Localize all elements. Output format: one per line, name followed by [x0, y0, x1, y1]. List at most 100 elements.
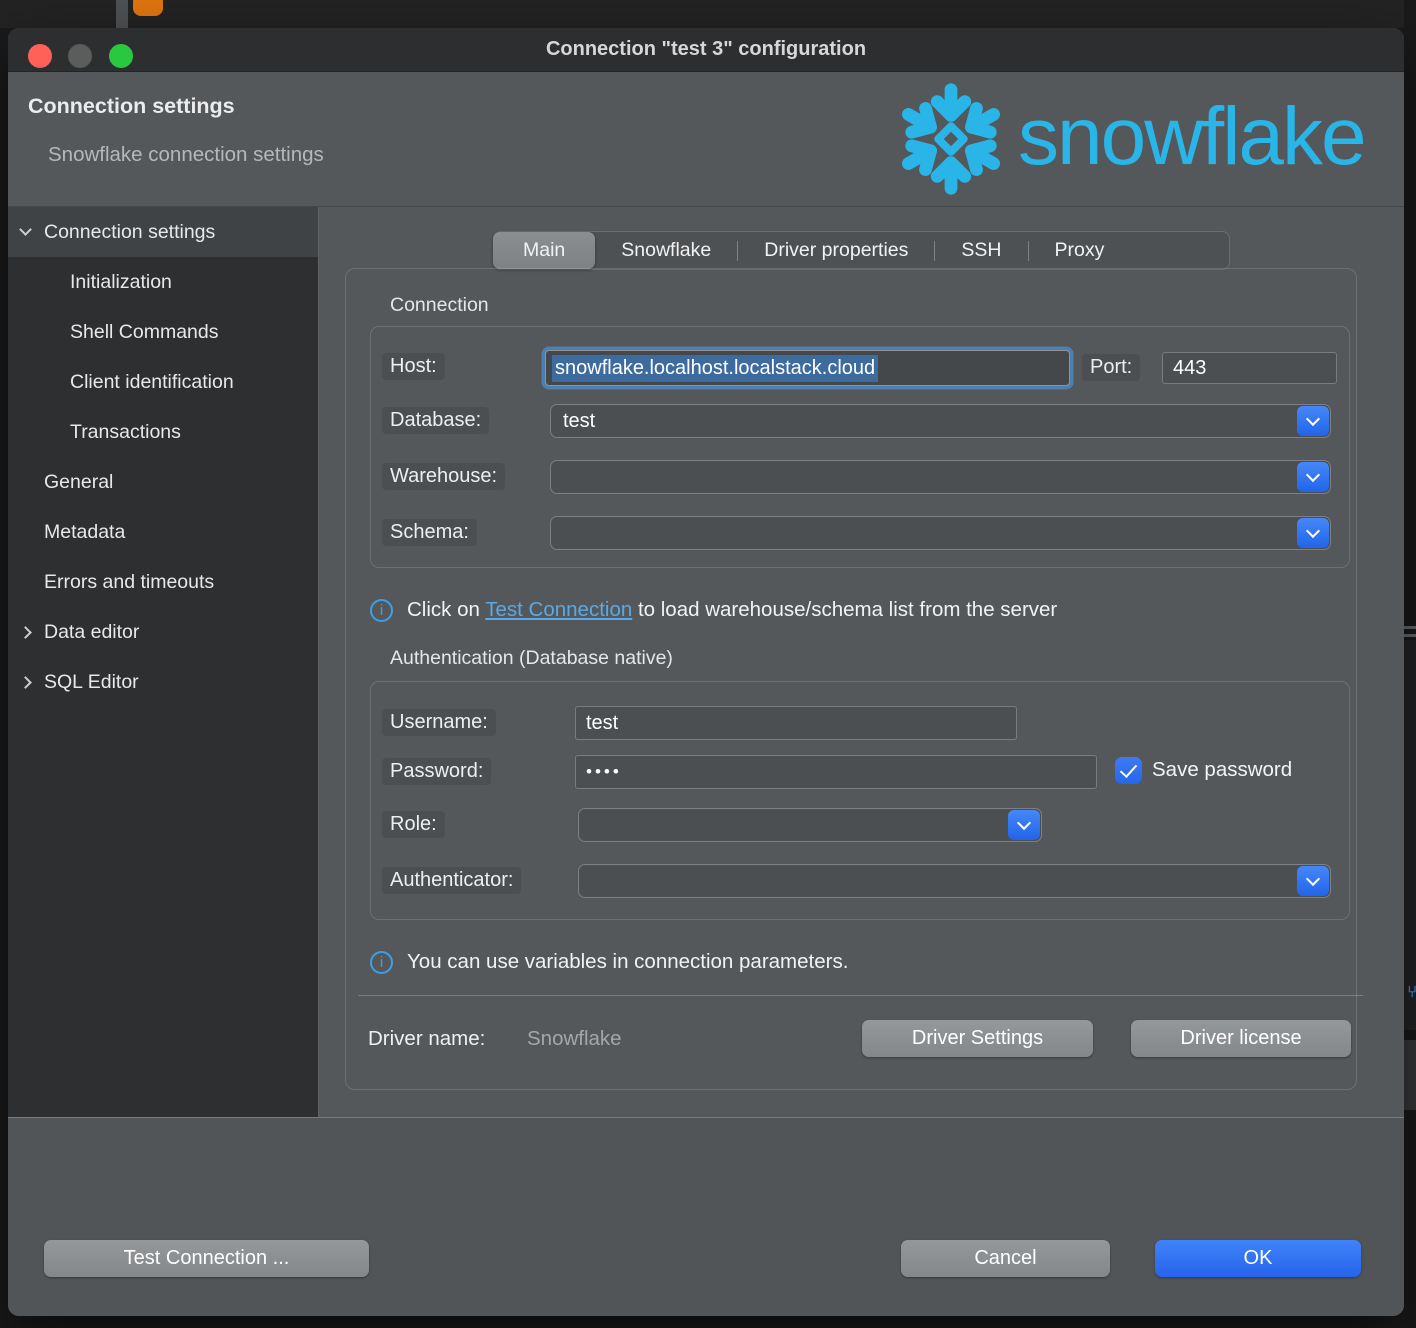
hint-text: to load warehouse/schema list from the s… [632, 598, 1057, 621]
sidebar-item-general[interactable]: General [8, 457, 318, 507]
tab-main[interactable]: Main [493, 232, 595, 269]
authenticator-dropdown-button[interactable] [1297, 866, 1329, 896]
info-icon: i [370, 951, 393, 974]
tab-bar: Main Snowflake Driver properties SSH Pro… [493, 231, 1230, 270]
test-connection-link[interactable]: Test Connection [485, 598, 632, 621]
snowflake-logo: snowflake [890, 76, 1404, 202]
test-connection-button[interactable]: Test Connection ... [44, 1240, 369, 1277]
sidebar-item-label: Connection settings [44, 221, 215, 244]
sidebar-item-connection-settings[interactable]: Connection settings [8, 207, 318, 257]
chevron-down-icon [1306, 411, 1320, 425]
sidebar-item-label: Metadata [44, 521, 125, 544]
sidebar-item-label: Data editor [44, 621, 139, 644]
sidebar-item-label: Shell Commands [70, 321, 218, 344]
sidebar-item-initialization[interactable]: Initialization [8, 257, 318, 307]
chevron-down-icon [1306, 467, 1320, 481]
sidebar-item-label: General [44, 471, 113, 494]
driver-name-label: Driver name: [368, 1027, 485, 1051]
chevron-down-icon [1017, 815, 1031, 829]
role-dropdown-button[interactable] [1008, 810, 1040, 840]
background-block [1404, 1040, 1416, 1110]
schema-label: Schema: [382, 519, 477, 546]
settings-tree: Connection settings Initialization Shell… [8, 207, 318, 1117]
driver-license-button[interactable]: Driver license [1131, 1020, 1351, 1057]
schema-combo[interactable] [550, 516, 1331, 550]
ok-button[interactable]: OK [1155, 1240, 1361, 1277]
database-dropdown-button[interactable] [1297, 406, 1329, 436]
warehouse-dropdown-button[interactable] [1297, 462, 1329, 492]
dialog-footer [8, 1118, 1404, 1316]
sidebar-item-data-editor[interactable]: Data editor [8, 607, 318, 657]
username-input[interactable]: test [575, 706, 1017, 740]
background-panel [1404, 640, 1416, 1030]
driver-settings-button[interactable]: Driver Settings [862, 1020, 1093, 1057]
database-label: Database: [382, 407, 489, 434]
snowflake-wordmark: snowflake [1018, 90, 1365, 184]
host-value: snowflake.localhost.localstack.cloud [552, 355, 878, 382]
title-bar: Connection "test 3" configuration [8, 28, 1404, 72]
connection-configuration-dialog: Connection "test 3" configuration Connec… [8, 28, 1404, 1316]
sidebar-item-label: SQL Editor [44, 671, 139, 694]
test-connection-hint: i Click on Test Connection to load wareh… [370, 598, 1057, 622]
tab-proxy[interactable]: Proxy [1029, 232, 1131, 269]
background-divider [116, 0, 128, 28]
window-title: Connection "test 3" configuration [546, 38, 866, 61]
variables-hint: i You can use variables in connection pa… [370, 950, 848, 974]
branch-icon: ⑂ [1407, 984, 1416, 1002]
save-password-label: Save password [1152, 758, 1292, 782]
role-label: Role: [382, 811, 445, 838]
save-password-checkbox[interactable] [1115, 757, 1142, 784]
database-value: test [563, 410, 595, 433]
panel-grip [1404, 626, 1416, 629]
driver-name-value: Snowflake [527, 1027, 622, 1051]
authentication-group-label: Authentication (Database native) [390, 647, 673, 670]
authenticator-label: Authenticator: [382, 867, 521, 894]
sidebar-item-label: Transactions [70, 421, 181, 444]
footer-divider [8, 1117, 1404, 1118]
host-input[interactable]: snowflake.localhost.localstack.cloud [545, 350, 1070, 386]
chevron-down-icon[interactable] [19, 223, 32, 236]
sidebar-item-label: Errors and timeouts [44, 571, 214, 594]
tab-driver-properties[interactable]: Driver properties [738, 232, 934, 269]
page-title: Connection settings [28, 94, 235, 119]
warehouse-combo[interactable] [550, 460, 1331, 494]
authenticator-combo[interactable] [578, 864, 1331, 898]
sidebar-item-shell-commands[interactable]: Shell Commands [8, 307, 318, 357]
username-label: Username: [382, 709, 496, 736]
chevron-down-icon [1306, 523, 1320, 537]
sidebar-item-client-identification[interactable]: Client identification [8, 357, 318, 407]
cancel-button[interactable]: Cancel [901, 1240, 1110, 1277]
tab-snowflake[interactable]: Snowflake [595, 232, 737, 269]
sidebar-item-errors-and-timeouts[interactable]: Errors and timeouts [8, 557, 318, 607]
password-input[interactable]: •••• [575, 755, 1097, 789]
connection-group-label: Connection [390, 294, 489, 317]
warehouse-label: Warehouse: [382, 463, 505, 490]
password-label: Password: [382, 758, 491, 785]
sidebar-item-label: Initialization [70, 271, 172, 294]
sidebar-item-label: Client identification [70, 371, 234, 394]
tab-ssh[interactable]: SSH [935, 232, 1027, 269]
driver-divider [358, 995, 1363, 996]
background-orange-icon [133, 0, 163, 16]
hint-text: You can use variables in connection para… [407, 950, 848, 974]
background-app-right: ⑂ [1404, 0, 1416, 1328]
sidebar-divider [318, 207, 319, 1117]
schema-dropdown-button[interactable] [1297, 518, 1329, 548]
close-window-button[interactable] [28, 44, 52, 68]
background-app-strip [0, 0, 1416, 28]
database-combo[interactable]: test [550, 404, 1331, 438]
page-subtitle: Snowflake connection settings [48, 143, 324, 167]
chevron-down-icon [1306, 871, 1320, 885]
zoom-window-button[interactable] [109, 44, 133, 68]
port-input[interactable]: 443 [1162, 352, 1337, 384]
sidebar-item-metadata[interactable]: Metadata [8, 507, 318, 557]
chevron-right-icon[interactable] [19, 626, 32, 639]
sidebar-item-transactions[interactable]: Transactions [8, 407, 318, 457]
port-label: Port: [1082, 354, 1140, 381]
sidebar-item-sql-editor[interactable]: SQL Editor [8, 657, 318, 707]
chevron-right-icon[interactable] [19, 676, 32, 689]
minimize-window-button [68, 44, 92, 68]
role-combo[interactable] [578, 808, 1042, 842]
host-label: Host: [382, 353, 445, 380]
info-icon: i [370, 599, 393, 622]
